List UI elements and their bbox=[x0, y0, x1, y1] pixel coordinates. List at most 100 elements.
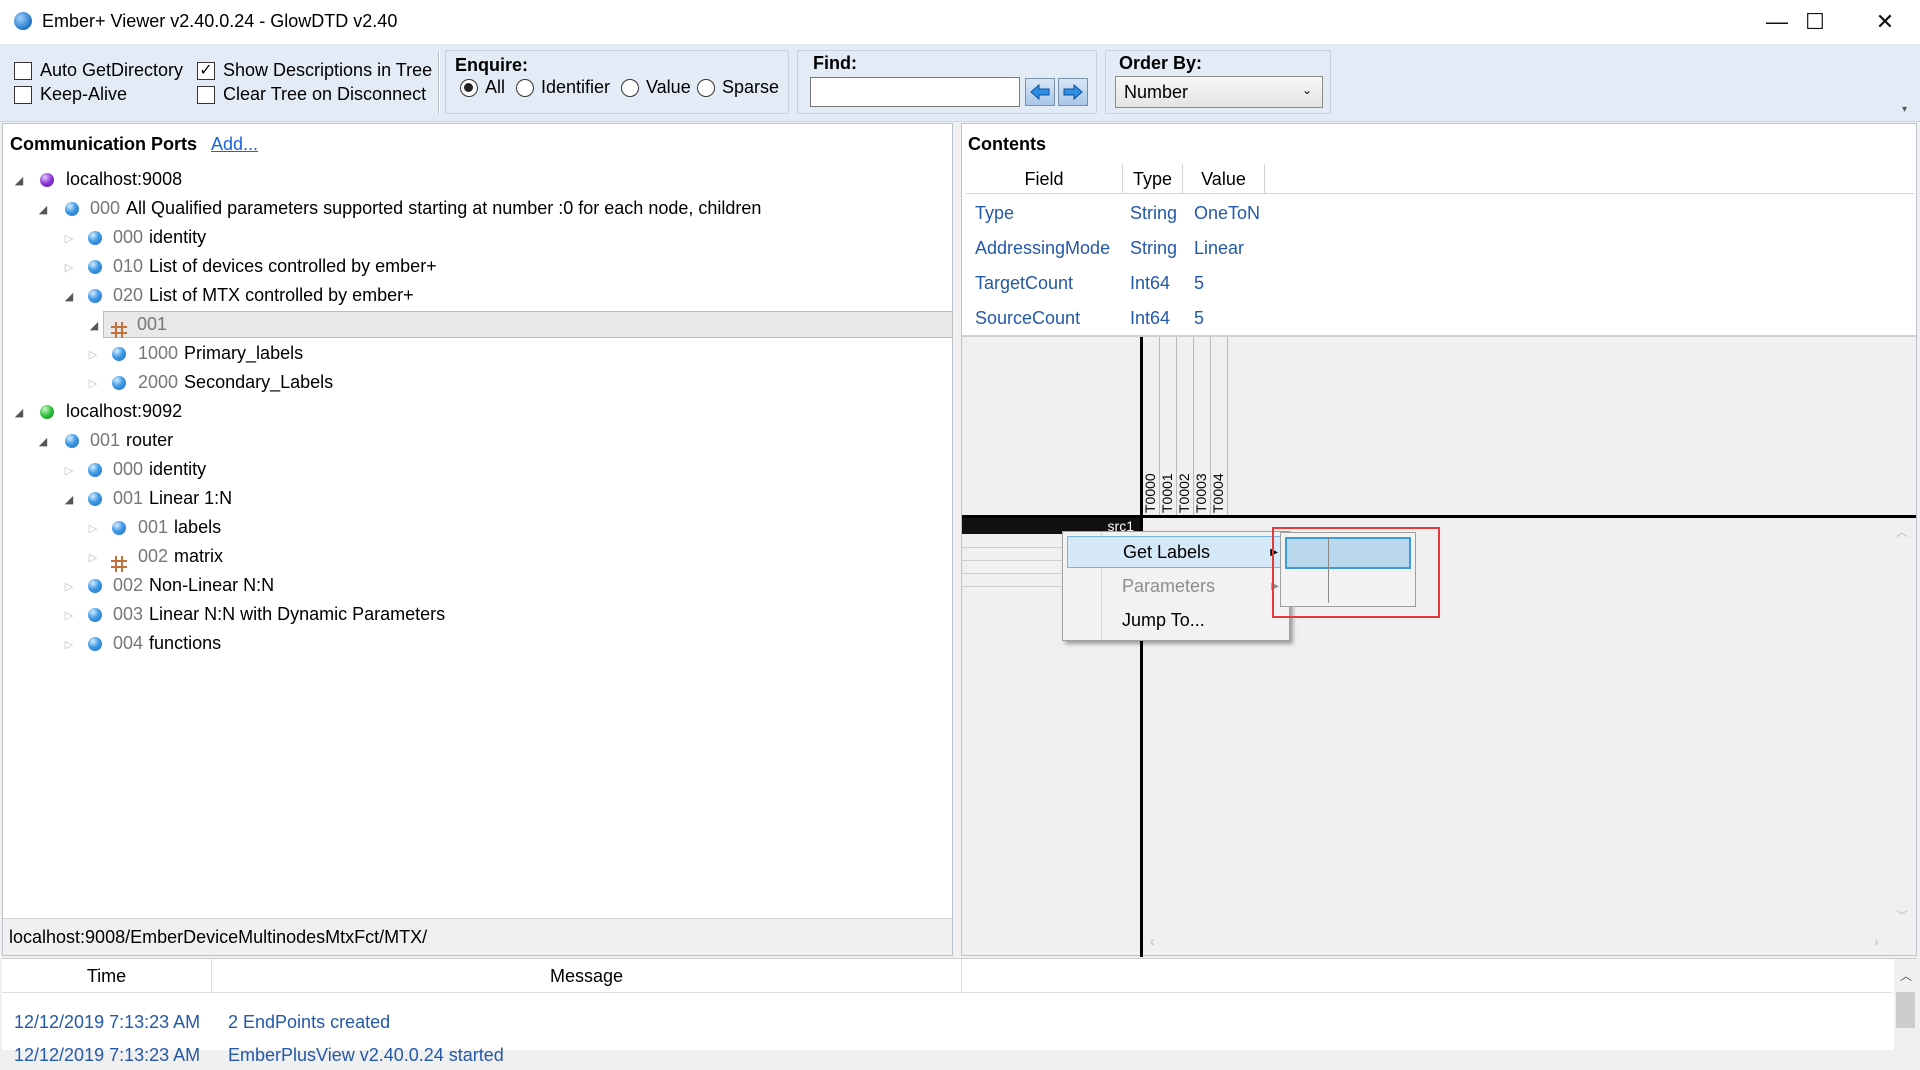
tree-node-selected-matrix[interactable]: ◢ 001 bbox=[90, 311, 953, 338]
tree-number: 000 bbox=[113, 459, 144, 479]
clear-tree-label: Clear Tree on Disconnect bbox=[223, 84, 427, 104]
column-header-field[interactable]: Field bbox=[966, 164, 1123, 194]
log-scrollbar[interactable]: ︿ bbox=[1894, 959, 1917, 1051]
property-field[interactable]: TargetCount bbox=[975, 268, 1073, 298]
node-icon bbox=[88, 579, 102, 593]
scroll-left-icon[interactable]: ‹ bbox=[1150, 933, 1155, 949]
expanded-arrow-icon[interactable]: ◢ bbox=[37, 203, 49, 216]
enquire-identifier-radio[interactable]: Identifier bbox=[516, 77, 610, 98]
checkbox-box[interactable] bbox=[14, 85, 32, 104]
collapsed-arrow-icon[interactable]: ▷ bbox=[63, 638, 75, 651]
enquire-value-radio[interactable]: Value bbox=[621, 77, 691, 98]
current-path: localhost:9008/EmberDeviceMultinodesMtxF… bbox=[9, 927, 428, 947]
collapsed-arrow-icon[interactable]: ▷ bbox=[63, 609, 75, 622]
column-header-time[interactable]: Time bbox=[2, 959, 212, 993]
radio-unselected[interactable] bbox=[697, 78, 715, 97]
maximize-icon: ☐ bbox=[1805, 9, 1825, 34]
property-value[interactable]: OneToN bbox=[1194, 198, 1260, 228]
keep-alive-checkbox[interactable]: Keep-Alive bbox=[14, 84, 127, 105]
context-menu: Get Labels ▶ Parameters ▶ Jump To... bbox=[1062, 531, 1290, 641]
show-descriptions-checkbox[interactable]: ✓ Show Descriptions in Tree bbox=[197, 60, 432, 81]
collapsed-arrow-icon[interactable]: ▷ bbox=[87, 348, 99, 361]
target-label[interactable]: T0002 bbox=[1176, 465, 1192, 513]
tree-number: 004 bbox=[113, 633, 144, 653]
property-value[interactable]: 5 bbox=[1194, 268, 1204, 298]
scrollbar-thumb[interactable] bbox=[1896, 992, 1915, 1028]
checkbox-box[interactable] bbox=[197, 85, 215, 104]
tree-number: 020 bbox=[113, 285, 144, 305]
close-button[interactable]: ✕ bbox=[1850, 0, 1920, 44]
collapsed-arrow-icon[interactable]: ▷ bbox=[87, 377, 99, 390]
target-header-area: T0000 T0001 T0002 T0003 T0004 bbox=[1140, 337, 1916, 515]
target-label[interactable]: T0001 bbox=[1159, 465, 1175, 513]
window-title: Ember+ Viewer v2.40.0.24 - GlowDTD v2.40 bbox=[42, 11, 398, 31]
property-field[interactable]: SourceCount bbox=[975, 303, 1080, 333]
scroll-up-icon[interactable]: ︿ bbox=[1896, 523, 1908, 540]
tree-node[interactable]: ◢ 000 All Qualified parameters supported … bbox=[3, 195, 943, 224]
enquire-label: Enquire: bbox=[455, 55, 529, 75]
scroll-down-icon[interactable]: ﹀ bbox=[1896, 907, 1908, 924]
find-next-button[interactable] bbox=[1058, 78, 1088, 106]
panel-splitter[interactable] bbox=[954, 123, 960, 956]
expanded-arrow-icon[interactable]: ◢ bbox=[63, 493, 75, 506]
checkbox-checked[interactable]: ✓ bbox=[197, 61, 215, 80]
enquire-sparse-radio[interactable]: Sparse bbox=[697, 77, 779, 98]
radio-selected[interactable] bbox=[460, 78, 478, 97]
expanded-arrow-icon[interactable]: ◢ bbox=[63, 290, 75, 303]
collapsed-arrow-icon[interactable]: ▷ bbox=[63, 580, 75, 593]
tree-number: 2000 bbox=[138, 372, 179, 392]
collapsed-arrow-icon[interactable]: ▷ bbox=[87, 522, 99, 535]
property-field[interactable]: Type bbox=[975, 198, 1014, 228]
node-icon bbox=[88, 260, 102, 274]
enquire-all-radio[interactable]: All bbox=[460, 77, 505, 98]
auto-getdirectory-checkbox[interactable]: Auto GetDirectory bbox=[14, 60, 183, 81]
order-by-select[interactable]: Number ⌄ bbox=[1115, 76, 1323, 108]
add-port-link[interactable]: Add... bbox=[211, 134, 258, 155]
find-input[interactable] bbox=[810, 77, 1020, 107]
menu-item-get-labels[interactable]: Get Labels ▶ bbox=[1067, 536, 1285, 568]
property-field[interactable]: AddressingMode bbox=[975, 233, 1110, 263]
expanded-arrow-icon[interactable]: ◢ bbox=[13, 174, 25, 187]
scroll-up-icon[interactable]: ︿ bbox=[1900, 967, 1912, 984]
tree-label: localhost:9008 bbox=[66, 169, 183, 189]
target-label[interactable]: T0000 bbox=[1142, 465, 1158, 513]
find-previous-button[interactable] bbox=[1025, 78, 1055, 106]
separator bbox=[438, 50, 440, 114]
target-label[interactable]: T0004 bbox=[1210, 465, 1226, 513]
toolbar-overflow-icon[interactable]: ▾ bbox=[1902, 104, 1907, 115]
node-icon bbox=[88, 492, 102, 506]
collapsed-arrow-icon[interactable]: ▷ bbox=[63, 261, 75, 274]
tree-number: 000 bbox=[90, 198, 121, 218]
maximize-button[interactable]: ☐ bbox=[1780, 0, 1850, 44]
log-time: 12/12/2019 7:13:23 AM bbox=[14, 1011, 201, 1032]
radio-unselected[interactable] bbox=[516, 78, 534, 97]
column-header-type[interactable]: Type bbox=[1123, 164, 1183, 194]
contents-table-header: Field Type Value bbox=[966, 164, 1914, 194]
menu-item-parameters[interactable]: Parameters ▶ bbox=[1067, 570, 1285, 602]
expanded-arrow-icon[interactable]: ◢ bbox=[13, 406, 25, 419]
checkbox-box[interactable] bbox=[14, 61, 32, 80]
property-value[interactable]: 5 bbox=[1194, 303, 1204, 333]
target-label[interactable]: T0003 bbox=[1193, 465, 1209, 513]
find-label: Find: bbox=[813, 53, 857, 73]
tree-number: 003 bbox=[113, 604, 144, 624]
radio-unselected[interactable] bbox=[621, 78, 639, 97]
tree-label: matrix bbox=[174, 546, 224, 566]
property-value[interactable]: Linear bbox=[1194, 233, 1244, 263]
scroll-right-icon[interactable]: › bbox=[1874, 933, 1879, 949]
log-time: 12/12/2019 7:13:23 AM bbox=[14, 1044, 201, 1065]
column-header-value[interactable]: Value bbox=[1183, 164, 1265, 194]
tree-node[interactable]: ▷ 002 matrix bbox=[3, 543, 223, 572]
collapsed-arrow-icon[interactable]: ▷ bbox=[63, 232, 75, 245]
tree-label: List of devices controlled by ember+ bbox=[149, 256, 437, 276]
expanded-arrow-icon[interactable]: ◢ bbox=[88, 319, 100, 332]
menu-item-jump-to[interactable]: Jump To... bbox=[1067, 604, 1285, 636]
clear-tree-checkbox[interactable]: Clear Tree on Disconnect bbox=[197, 84, 426, 105]
collapsed-arrow-icon[interactable]: ▷ bbox=[63, 464, 75, 477]
log-panel: Time Message 12/12/2019 7:13:23 AM 2 End… bbox=[2, 958, 1917, 1065]
expanded-arrow-icon[interactable]: ◢ bbox=[37, 435, 49, 448]
column-header-message[interactable]: Message bbox=[212, 959, 962, 993]
tree-label: localhost:9092 bbox=[66, 401, 183, 421]
collapsed-arrow-icon[interactable]: ▷ bbox=[87, 551, 99, 564]
find-group: Find: bbox=[797, 50, 1097, 114]
